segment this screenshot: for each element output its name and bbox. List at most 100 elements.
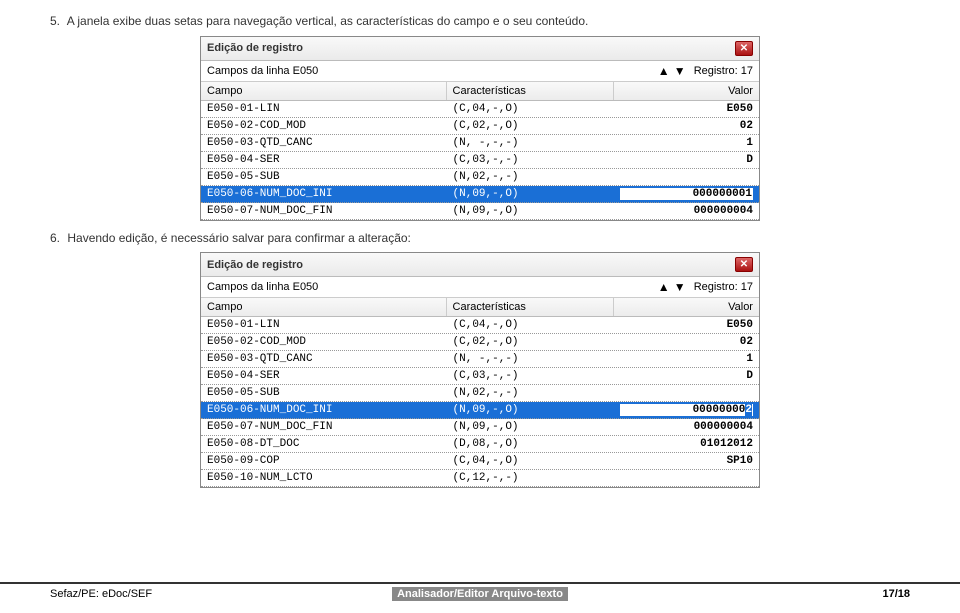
cell-carac: (C,04,-,O): [447, 101, 614, 117]
cell-valor: 000000004: [614, 419, 759, 435]
cell-carac: (C,04,-,O): [447, 453, 614, 469]
edit-record-dialog-1: Edição de registro ✕ Campos da linha E05…: [200, 36, 760, 221]
cell-campo: E050-01-LIN: [201, 101, 447, 117]
table-row[interactable]: E050-02-COD_MOD(C,02,-,O)02: [201, 118, 759, 135]
cell-carac: (C,03,-,-): [447, 368, 614, 384]
table-row[interactable]: E050-04-SER(C,03,-,-)D: [201, 152, 759, 169]
cell-carac: (N, -,-,-): [447, 135, 614, 151]
table-row[interactable]: E050-04-SER(C,03,-,-)D: [201, 368, 759, 385]
cell-carac: (N,02,-,-): [447, 169, 614, 185]
table-row[interactable]: E050-09-COP(C,04,-,O)SP10: [201, 453, 759, 470]
cell-campo: E050-04-SER: [201, 368, 447, 384]
cell-campo: E050-05-SUB: [201, 385, 447, 401]
table-row[interactable]: E050-05-SUB(N,02,-,-): [201, 169, 759, 186]
table-row[interactable]: E050-03-QTD_CANC(N, -,-,-)1: [201, 351, 759, 368]
cell-valor: 02: [614, 334, 759, 350]
table-row[interactable]: E050-01-LIN(C,04,-,O)E050: [201, 317, 759, 334]
cell-campo: E050-03-QTD_CANC: [201, 351, 447, 367]
cell-valor[interactable]: 000000002: [614, 402, 759, 418]
col-header-carac: Características: [447, 82, 614, 100]
cell-valor: 1: [614, 351, 759, 367]
instruction-6: 6. Havendo edição, é necessário salvar p…: [50, 231, 910, 247]
cell-carac: (N,09,-,O): [447, 402, 614, 418]
cell-valor: D: [614, 368, 759, 384]
cell-campo: E050-07-NUM_DOC_FIN: [201, 203, 447, 219]
cell-carac: (N,09,-,O): [447, 186, 614, 202]
table-row[interactable]: E050-08-DT_DOC(D,08,-,O)01012012: [201, 436, 759, 453]
cell-valor: [614, 470, 759, 486]
table-row[interactable]: E050-06-NUM_DOC_INI(N,09,-,O) 000000002: [201, 402, 759, 419]
col-header-valor: Valor: [614, 82, 759, 100]
value-edit-input[interactable]: 000000001: [620, 188, 753, 200]
instruction-6-text: Havendo edição, é necessário salvar para…: [67, 231, 411, 245]
col-header-campo: Campo: [201, 82, 447, 100]
cell-carac: (C,03,-,-): [447, 152, 614, 168]
cell-campo: E050-10-NUM_LCTO: [201, 470, 447, 486]
col-header-carac: Características: [447, 298, 614, 316]
arrow-up-icon[interactable]: ▲: [657, 280, 671, 294]
value-edit-input[interactable]: 000000002: [620, 404, 753, 416]
instruction-6-number: 6.: [50, 231, 60, 245]
table-row[interactable]: E050-03-QTD_CANC(N, -,-,-)1: [201, 135, 759, 152]
col-header-campo: Campo: [201, 298, 447, 316]
cell-valor: 1: [614, 135, 759, 151]
dialog-titlebar: Edição de registro ✕: [201, 253, 759, 277]
table-row[interactable]: E050-07-NUM_DOC_FIN(N,09,-,O)000000004: [201, 203, 759, 220]
footer-page-number: 17/18: [568, 588, 910, 600]
line-fields-label: Campos da linha E050: [207, 65, 656, 77]
cell-valor: D: [614, 152, 759, 168]
dialog-title: Edição de registro: [207, 42, 303, 54]
close-icon[interactable]: ✕: [735, 41, 753, 56]
cell-carac: (C,02,-,O): [447, 334, 614, 350]
table-row[interactable]: E050-10-NUM_LCTO(C,12,-,-): [201, 470, 759, 487]
cell-carac: (N,09,-,O): [447, 419, 614, 435]
col-header-valor: Valor: [614, 298, 759, 316]
dialog-title: Edição de registro: [207, 259, 303, 271]
table-row[interactable]: E050-06-NUM_DOC_INI(N,09,-,O) 000000001: [201, 186, 759, 203]
cell-campo: E050-03-QTD_CANC: [201, 135, 447, 151]
footer-mid: Analisador/Editor Arquivo-texto: [392, 587, 568, 601]
footer-left: Sefaz/PE: eDoc/SEF: [50, 588, 392, 600]
cell-valor: [614, 385, 759, 401]
table-row[interactable]: E050-07-NUM_DOC_FIN(N,09,-,O)000000004: [201, 419, 759, 436]
cell-valor: 02: [614, 118, 759, 134]
page-footer: Sefaz/PE: eDoc/SEF Analisador/Editor Arq…: [0, 582, 960, 601]
table-row[interactable]: E050-02-COD_MOD(C,02,-,O)02: [201, 334, 759, 351]
cell-campo: E050-01-LIN: [201, 317, 447, 333]
cell-campo: E050-06-NUM_DOC_INI: [201, 186, 447, 202]
cell-campo: E050-08-DT_DOC: [201, 436, 447, 452]
cell-valor: [614, 169, 759, 185]
instruction-5: 5. A janela exibe duas setas para navega…: [50, 14, 910, 30]
cell-campo: E050-02-COD_MOD: [201, 118, 447, 134]
cell-valor[interactable]: 000000001: [614, 186, 759, 202]
cell-valor: 000000004: [614, 203, 759, 219]
instruction-5-text: A janela exibe duas setas para navegação…: [67, 14, 589, 28]
dialog-titlebar: Edição de registro ✕: [201, 37, 759, 61]
arrow-down-icon[interactable]: ▼: [673, 64, 687, 78]
cell-carac: (N,09,-,O): [447, 203, 614, 219]
table-header: Campo Características Valor: [201, 82, 759, 101]
instruction-5-number: 5.: [50, 14, 60, 28]
line-fields-label: Campos da linha E050: [207, 281, 656, 293]
cell-campo: E050-02-COD_MOD: [201, 334, 447, 350]
registro-label: Registro: 17: [694, 281, 753, 293]
arrow-down-icon[interactable]: ▼: [673, 280, 687, 294]
arrow-up-icon[interactable]: ▲: [657, 64, 671, 78]
close-icon[interactable]: ✕: [735, 257, 753, 272]
table-header: Campo Características Valor: [201, 298, 759, 317]
edit-record-dialog-2: Edição de registro ✕ Campos da linha E05…: [200, 252, 760, 488]
cell-valor: SP10: [614, 453, 759, 469]
cell-campo: E050-09-COP: [201, 453, 447, 469]
cell-valor: E050: [614, 317, 759, 333]
table-row[interactable]: E050-05-SUB(N,02,-,-): [201, 385, 759, 402]
cell-campo: E050-05-SUB: [201, 169, 447, 185]
registro-label: Registro: 17: [694, 65, 753, 77]
cell-carac: (N,02,-,-): [447, 385, 614, 401]
cell-campo: E050-06-NUM_DOC_INI: [201, 402, 447, 418]
cell-campo: E050-07-NUM_DOC_FIN: [201, 419, 447, 435]
cell-valor: 01012012: [614, 436, 759, 452]
cell-carac: (N, -,-,-): [447, 351, 614, 367]
table-row[interactable]: E050-01-LIN(C,04,-,O)E050: [201, 101, 759, 118]
cell-carac: (C,02,-,O): [447, 118, 614, 134]
cell-campo: E050-04-SER: [201, 152, 447, 168]
